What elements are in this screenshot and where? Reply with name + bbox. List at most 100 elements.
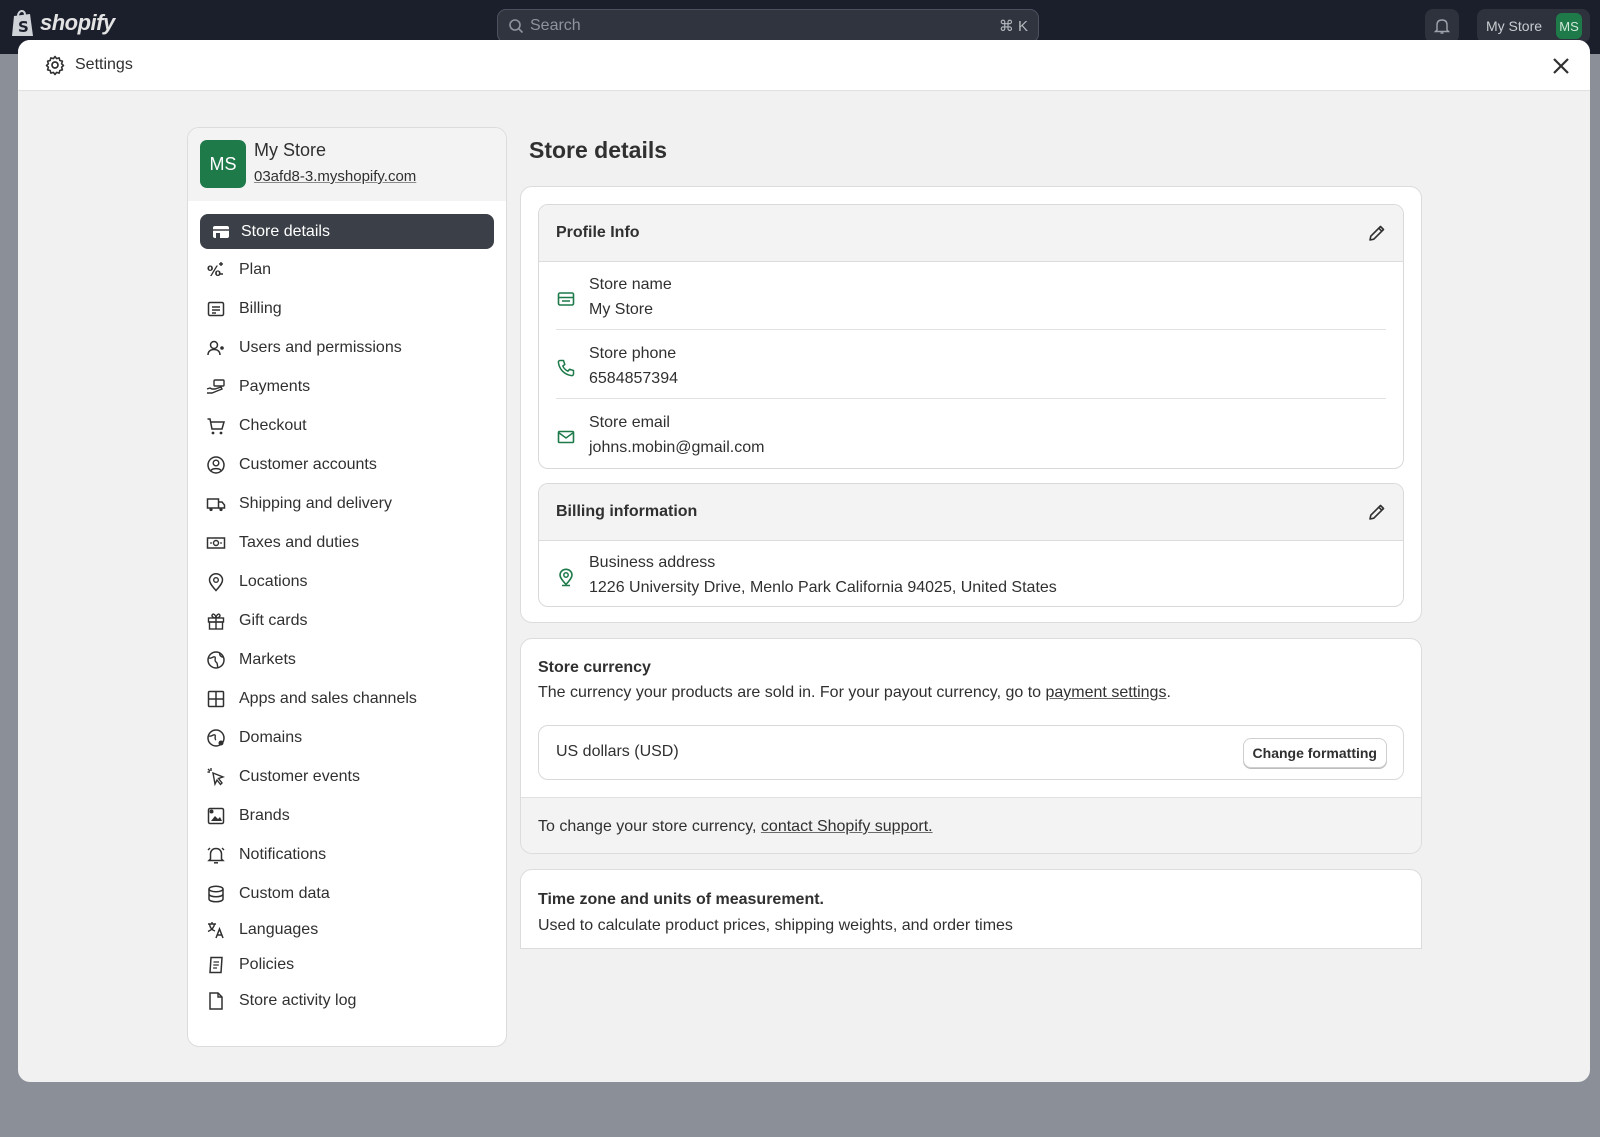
payment-settings-link[interactable]: payment settings: [1046, 684, 1167, 701]
sidebar-item-label: Users and permissions: [239, 338, 402, 356]
section-heading: Time zone and units of measurement.: [538, 891, 824, 908]
page-title: Store details: [529, 137, 668, 163]
search-shortcut: ⌘ K: [998, 18, 1028, 35]
modal-title: Settings: [75, 56, 133, 73]
store-icon: [213, 225, 229, 238]
sidebar-item-markets[interactable]: Markets: [200, 642, 494, 677]
sidebar-item-label: Customer events: [239, 767, 360, 785]
customer-icon: [207, 455, 225, 474]
sidebar-item-billing[interactable]: Billing: [200, 291, 494, 326]
store-header: MS My Store 03afd8-3.myshopify.com: [188, 128, 506, 201]
language-icon: [207, 921, 224, 938]
sidebar-item-label: Billing: [239, 299, 282, 317]
sidebar-item-shipping[interactable]: Shipping and delivery: [200, 486, 494, 521]
svg-text:S: S: [18, 18, 29, 36]
field-label: Business address: [589, 554, 716, 571]
sidebar-item-label: Gift cards: [239, 611, 308, 629]
plan-icon: %: [207, 261, 223, 280]
sidebar-item-brands[interactable]: Brands: [200, 798, 494, 833]
sidebar-item-label: Domains: [239, 728, 303, 746]
close-icon[interactable]: [1550, 55, 1572, 77]
currency-description: The currency your products are sold in. …: [538, 684, 1171, 702]
field-label: Store phone: [589, 345, 677, 362]
billing-icon: [207, 301, 225, 316]
sidebar-item-gift-cards[interactable]: Gift cards: [200, 603, 494, 638]
sidebar-item-users[interactable]: Users and permissions: [200, 330, 494, 365]
field-label: Store email: [589, 414, 670, 431]
svg-text:%: %: [207, 264, 221, 280]
section-heading: Store currency: [538, 659, 651, 676]
bell-icon: [1433, 19, 1451, 34]
field-value: My Store: [589, 301, 654, 318]
store-icon: [557, 292, 575, 306]
sidebar-item-locations[interactable]: Locations: [200, 564, 494, 599]
description-text: The currency your products are sold in. …: [538, 684, 1046, 701]
pencil-icon[interactable]: [1367, 502, 1387, 522]
sidebar-item-label: Store details: [241, 222, 330, 240]
search-icon: [509, 19, 524, 34]
sidebar-item-customer-accounts[interactable]: Customer accounts: [200, 447, 494, 482]
contact-support-link[interactable]: contact Shopify support.: [761, 818, 933, 835]
users-icon: [207, 340, 224, 355]
sidebar-item-notifications[interactable]: Notifications: [200, 837, 494, 872]
sidebar-item-label: Markets: [239, 650, 296, 668]
sidebar-item-customer-events[interactable]: Customer events: [200, 759, 494, 794]
store-details-card: Profile Info Store name My Store Store p…: [520, 186, 1422, 623]
timezone-description: Used to calculate product prices, shippi…: [538, 917, 1013, 934]
sidebar-item-label: Locations: [239, 572, 308, 590]
location-icon: [559, 568, 573, 587]
sidebar-item-languages[interactable]: Languages: [200, 912, 494, 947]
globe-icon: [207, 650, 225, 669]
sidebar-item-activity-log[interactable]: Store activity log: [200, 983, 494, 1018]
sidebar-item-label: Customer accounts: [239, 455, 377, 473]
avatar: MS: [1556, 13, 1583, 39]
truck-icon: [206, 497, 226, 511]
store-menu-button[interactable]: My Store MS: [1477, 9, 1590, 43]
store-phone-row: Store phone 6584857394: [556, 344, 1386, 394]
section-heading: Profile Info: [556, 224, 640, 241]
location-icon: [208, 572, 224, 592]
field-label: Store name: [589, 276, 672, 293]
change-formatting-button[interactable]: Change formatting: [1242, 738, 1387, 768]
search-input[interactable]: Search ⌘ K: [497, 9, 1039, 43]
database-icon: [208, 884, 224, 903]
brand-icon: [207, 807, 225, 824]
field-value: 6584857394: [589, 370, 678, 387]
sidebar-item-policies[interactable]: Policies: [200, 947, 494, 982]
divider: [556, 398, 1386, 399]
bell-icon: [207, 847, 225, 864]
sidebar-item-label: Checkout: [239, 416, 307, 434]
divider: [556, 329, 1386, 330]
sidebar-item-store-details[interactable]: Store details: [200, 214, 494, 249]
sidebar-item-label: Policies: [239, 955, 295, 973]
notifications-button[interactable]: [1425, 9, 1459, 43]
sidebar-item-label: Notifications: [239, 845, 327, 863]
sidebar-item-plan[interactable]: % Plan: [200, 252, 494, 287]
timezone-card: Time zone and units of measurement. Used…: [520, 869, 1422, 949]
sidebar-item-apps[interactable]: Apps and sales channels: [200, 681, 494, 716]
profile-info-header: Profile Info: [539, 205, 1403, 262]
sidebar-item-checkout[interactable]: Checkout: [200, 408, 494, 443]
description-suffix: .: [1166, 684, 1171, 701]
store-url-link[interactable]: 03afd8-3.myshopify.com: [254, 168, 416, 185]
shopify-logo[interactable]: S shopify: [10, 8, 115, 38]
sidebar-item-domains[interactable]: Domains: [200, 720, 494, 755]
payments-icon: [206, 378, 225, 394]
sidebar-item-label: Taxes and duties: [239, 533, 360, 551]
sidebar-item-custom-data[interactable]: Custom data: [200, 876, 494, 911]
sidebar-item-label: Shipping and delivery: [239, 494, 392, 512]
section-heading: Billing information: [556, 503, 698, 520]
pencil-icon[interactable]: [1367, 223, 1387, 243]
sidebar-item-payments[interactable]: Payments: [200, 369, 494, 404]
file-icon: [209, 991, 223, 1010]
sidebar-item-label: Custom data: [239, 884, 330, 902]
sidebar-item-label: Store activity log: [239, 991, 357, 1009]
business-address-row: Business address 1226 University Drive, …: [556, 553, 1386, 603]
currency-field: US dollars (USD) Change formatting: [538, 725, 1404, 780]
tax-icon: [206, 536, 226, 549]
sidebar-item-taxes[interactable]: Taxes and duties: [200, 525, 494, 560]
field-value: johns.mobin@gmail.com: [589, 439, 765, 456]
sidebar-item-label: Languages: [239, 920, 319, 938]
field-value: 1226 University Drive, Menlo Park Califo…: [589, 579, 1057, 596]
currency-footer: To change your store currency, contact S…: [521, 797, 1421, 853]
